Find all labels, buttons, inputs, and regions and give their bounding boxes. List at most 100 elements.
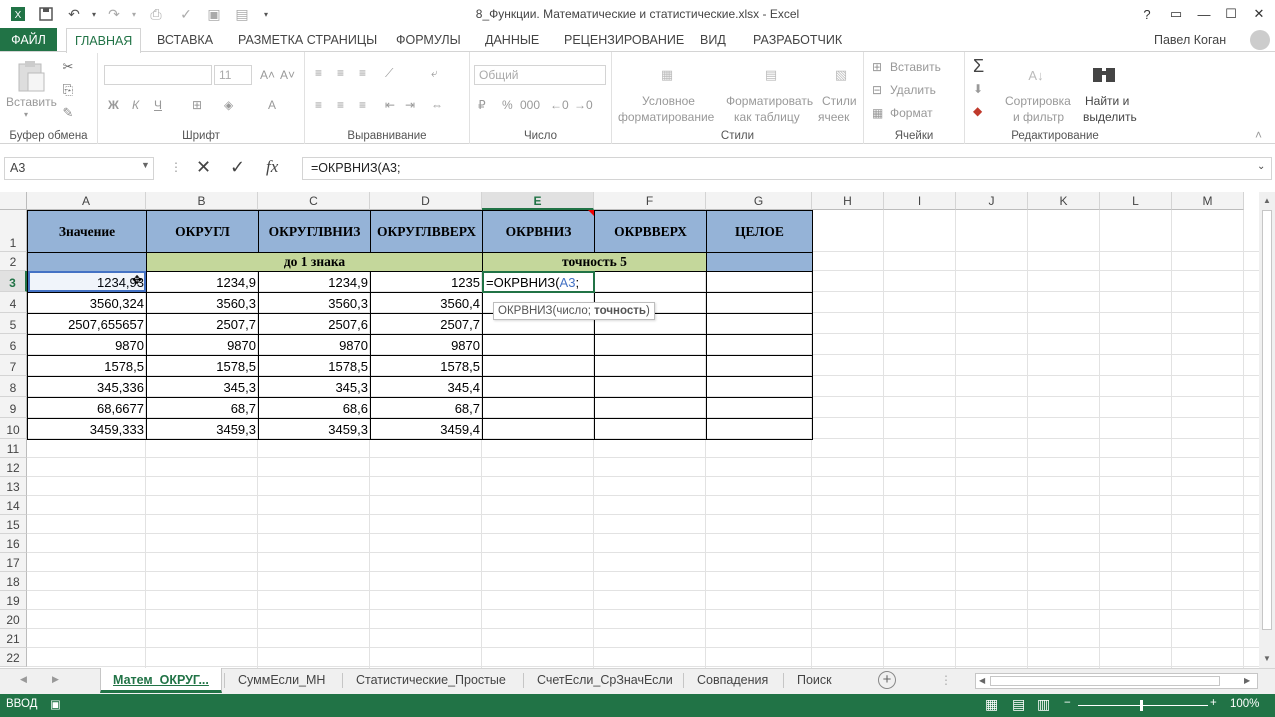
tab-file[interactable]: ФАЙЛ	[0, 28, 57, 52]
currency-icon[interactable]: ₽	[478, 98, 486, 112]
sort-filter-label-2[interactable]: и фильтр	[1013, 110, 1064, 124]
tab-review[interactable]: РЕЦЕНЗИРОВАНИЕ	[556, 28, 692, 52]
paste-label[interactable]: Вставить	[6, 95, 57, 109]
table-header-cell[interactable]: ОКРВНИЗ	[482, 210, 595, 253]
align-right-icon[interactable]: ≡	[359, 98, 366, 112]
row-header-7[interactable]: 7	[0, 355, 27, 376]
table-cell[interactable]	[706, 271, 813, 293]
sheet-tab[interactable]: Совпадения	[685, 668, 780, 693]
copy-icon[interactable]: ⎘	[58, 81, 78, 99]
font-name-combo[interactable]	[104, 65, 212, 85]
column-header-a[interactable]: A	[27, 192, 146, 210]
table-cell[interactable]: 1578,5	[370, 355, 483, 377]
cancel-icon[interactable]: ✕	[196, 157, 211, 178]
tab-split-grip-icon[interactable]: ⋮	[940, 673, 952, 687]
column-header-k[interactable]: K	[1028, 192, 1100, 210]
scroll-left-icon[interactable]: ◀	[979, 676, 985, 685]
page-break-view-icon[interactable]: ▥	[1037, 696, 1050, 713]
active-edit-cell[interactable]: =ОКРВНИЗ(A3;	[482, 271, 595, 293]
sort-filter-icon[interactable]: A↓	[1021, 58, 1051, 92]
column-header-e[interactable]: E	[482, 192, 594, 210]
table-cell[interactable]: 68,7	[370, 397, 483, 419]
table-cell[interactable]: 345,3	[258, 376, 371, 398]
align-bottom-icon[interactable]: ≡	[359, 66, 366, 80]
table-cell[interactable]: 3459,333	[27, 418, 147, 440]
minimize-icon[interactable]: —	[1193, 4, 1215, 24]
column-header-c[interactable]: C	[258, 192, 370, 210]
row-header-2[interactable]: 2	[0, 252, 27, 271]
table-cell[interactable]: 1234,9	[258, 271, 371, 293]
column-header-b[interactable]: B	[146, 192, 258, 210]
conditional-formatting-label-1[interactable]: Условное	[642, 94, 695, 108]
row-header-3[interactable]: 3	[0, 271, 27, 292]
table-cell[interactable]	[482, 355, 595, 377]
table-header-cell[interactable]: ОКРУГЛ	[146, 210, 259, 253]
macro-record-icon[interactable]: ▣	[50, 697, 61, 711]
table-cell[interactable]	[482, 418, 595, 440]
row-header-14[interactable]: 14	[0, 496, 27, 515]
next-sheet-icon[interactable]: ▶	[52, 674, 59, 685]
help-icon[interactable]: ?	[1136, 4, 1158, 24]
table-cell[interactable]: 68,7	[146, 397, 259, 419]
name-box-dropdown-icon[interactable]: ▼	[141, 160, 150, 170]
normal-view-icon[interactable]: ▦	[985, 696, 998, 713]
enter-icon[interactable]: ✓	[230, 157, 245, 178]
insert-function-icon[interactable]: fx	[266, 157, 278, 177]
tab-page-layout[interactable]: РАЗМЕТКА СТРАНИЦЫ	[230, 28, 385, 52]
table-cell[interactable]: 2507,6	[258, 313, 371, 335]
shrink-font-icon[interactable]: A˅	[280, 68, 295, 82]
row-header-13[interactable]: 13	[0, 477, 27, 496]
table-cell[interactable]: 1578,5	[27, 355, 147, 377]
row-header-9[interactable]: 9	[0, 397, 27, 418]
number-format-combo[interactable]: Общий	[474, 65, 606, 85]
tab-developer[interactable]: РАЗРАБОТЧИК	[745, 28, 850, 52]
table-cell[interactable]: 1578,5	[146, 355, 259, 377]
table-cell[interactable]	[706, 376, 813, 398]
row-header-12[interactable]: 12	[0, 458, 27, 477]
prev-sheet-icon[interactable]: ◀	[20, 674, 27, 685]
column-header-h[interactable]: H	[812, 192, 884, 210]
format-painter-icon[interactable]: ✎	[58, 104, 78, 122]
tab-insert[interactable]: ВСТАВКА	[149, 28, 221, 52]
subheader-precision-5[interactable]: точность 5	[482, 252, 707, 272]
vertical-scrollbar[interactable]: ▲ ▼	[1259, 192, 1275, 668]
column-header-i[interactable]: I	[884, 192, 956, 210]
table-cell[interactable]: 9870	[146, 334, 259, 356]
table-cell[interactable]	[482, 334, 595, 356]
table-cell[interactable]: 9870	[370, 334, 483, 356]
table-cell[interactable]: 3459,3	[258, 418, 371, 440]
scroll-right-icon[interactable]: ▶	[1244, 676, 1250, 685]
scroll-thumb[interactable]	[1262, 210, 1272, 630]
ribbon-display-options-icon[interactable]: ▭	[1165, 4, 1187, 24]
expand-formula-bar-icon[interactable]: ⌄	[1257, 161, 1265, 172]
column-header-m[interactable]: M	[1172, 192, 1244, 210]
table-cell[interactable]: 345,336	[27, 376, 147, 398]
decrease-decimal-icon[interactable]: →0	[574, 98, 593, 112]
table-cell[interactable]: 2507,655657	[27, 313, 147, 335]
table-cell[interactable]: 3560,4	[370, 292, 483, 314]
delete-cells-button[interactable]: Удалить	[890, 83, 936, 97]
table-cell[interactable]: 1234,9	[146, 271, 259, 293]
worksheet-grid[interactable]: A B C D E F G H I J K L M 1 2 3 4 5 6 7 8 9 10 11 12 13 14 15 16 17 18…	[0, 192, 1259, 668]
select-all-corner[interactable]	[0, 192, 27, 210]
sheet-tab[interactable]: Поиск	[785, 668, 844, 693]
table-cell[interactable]: 3459,4	[370, 418, 483, 440]
column-header-g[interactable]: G	[706, 192, 812, 210]
table-cell[interactable]	[706, 355, 813, 377]
table-cell[interactable]	[594, 418, 707, 440]
align-center-icon[interactable]: ≡	[337, 98, 344, 112]
sheet-tab[interactable]: Матем_ОКРУГ...	[100, 668, 222, 693]
sheet-tab[interactable]: Статистические_Простые	[344, 668, 518, 693]
tab-data[interactable]: ДАННЫЕ	[477, 28, 547, 52]
table-cell[interactable]	[706, 418, 813, 440]
percent-button[interactable]: %	[502, 98, 513, 112]
conditional-formatting-label-2[interactable]: форматирование	[618, 110, 714, 124]
table-cell[interactable]	[706, 334, 813, 356]
tab-home[interactable]: ГЛАВНАЯ	[66, 28, 142, 53]
find-select-label-1[interactable]: Найти и	[1085, 94, 1129, 108]
row-header-20[interactable]: 20	[0, 610, 27, 629]
insert-cells-button[interactable]: Вставить	[890, 60, 941, 74]
decrease-indent-icon[interactable]: ⇤	[385, 98, 395, 112]
table-cell[interactable]: 2507,7	[146, 313, 259, 335]
format-cells-icon[interactable]: ▦	[872, 106, 883, 120]
